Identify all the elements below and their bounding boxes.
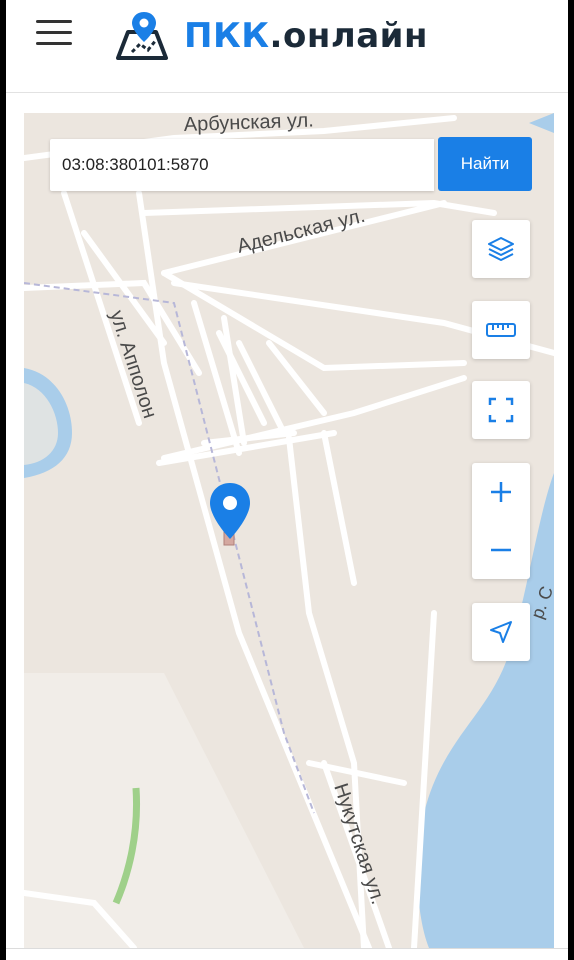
zoom-control — [472, 463, 530, 579]
brand-logo[interactable]: ПКК.онлайн — [110, 6, 428, 66]
layers-control — [472, 220, 530, 278]
locate-icon — [490, 621, 512, 643]
ruler-icon — [486, 323, 516, 337]
brand-main: ПКК — [184, 16, 270, 56]
app-page: ПКК.онлайн Арбунская ул. Адельская ул. у… — [6, 0, 568, 960]
app-header: ПКК.онлайн — [6, 0, 568, 93]
cadastral-search-input[interactable] — [50, 139, 434, 191]
zoom-in-button[interactable] — [472, 463, 530, 521]
locate-button[interactable] — [472, 603, 530, 661]
ruler-control — [472, 301, 530, 359]
hamburger-menu-icon[interactable] — [36, 20, 74, 46]
fullscreen-control — [472, 381, 530, 439]
zoom-out-button[interactable] — [472, 521, 530, 579]
zoom-out-icon — [491, 548, 511, 552]
ruler-button[interactable] — [472, 301, 530, 359]
find-button[interactable]: Найти — [438, 137, 532, 191]
brand-name: ПКК.онлайн — [184, 16, 428, 56]
fullscreen-icon — [488, 397, 514, 423]
brand-suffix: .онлайн — [269, 16, 428, 56]
bottom-bar — [6, 948, 568, 960]
fullscreen-button[interactable] — [472, 381, 530, 439]
locate-control — [472, 603, 530, 661]
zoom-in-icon — [491, 482, 511, 502]
map-view[interactable]: Арбунская ул. Адельская ул. ул. Апполон … — [24, 113, 554, 948]
map-pin-logo-icon — [116, 12, 168, 60]
layers-icon — [488, 237, 514, 261]
layers-button[interactable] — [472, 220, 530, 278]
